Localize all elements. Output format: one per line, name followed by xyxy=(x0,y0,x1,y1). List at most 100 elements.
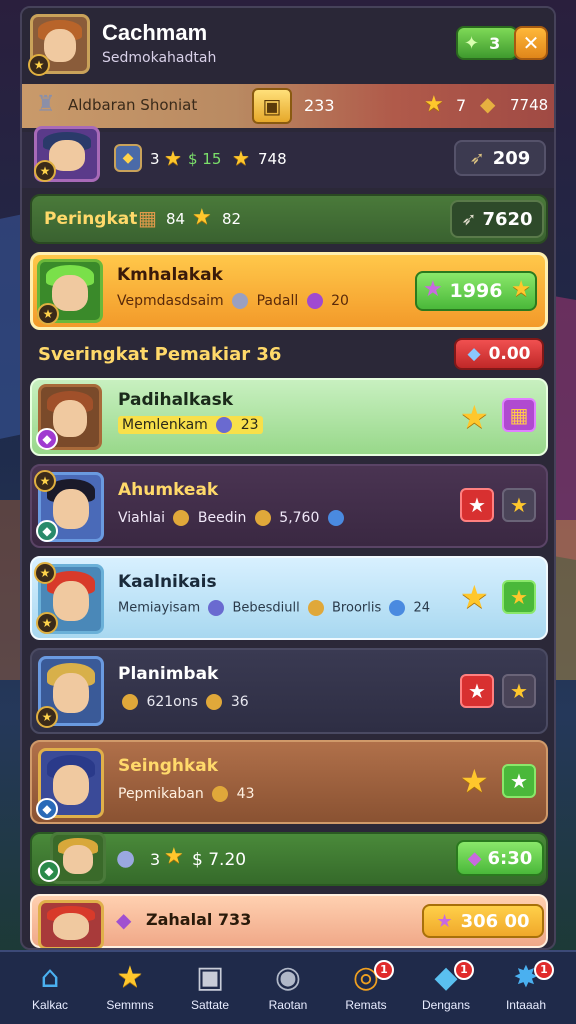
gem-badge-icon: ◆ xyxy=(38,860,60,882)
info-count: 233 xyxy=(304,96,335,115)
currency-value: 3 xyxy=(489,33,501,53)
coin-icon xyxy=(232,293,249,309)
player-desc: Viahlai xyxy=(118,510,165,526)
player-stat: Padall xyxy=(256,293,299,309)
coin-icon xyxy=(173,510,190,526)
player-desc: Pepmikaban xyxy=(118,786,204,802)
close-button[interactable]: ✕ xyxy=(514,26,548,60)
star-button[interactable]: ★ xyxy=(460,762,489,800)
player-stats: 621ons 36 xyxy=(118,694,249,710)
star-button[interactable]: ★ xyxy=(502,674,536,708)
score-value: 1996 xyxy=(449,280,503,302)
star-green-button[interactable]: ★ xyxy=(502,764,536,798)
player-stat: 20 xyxy=(331,293,349,309)
player-name: Ahumkeak xyxy=(118,480,219,500)
peringkat-stars: 82 xyxy=(222,210,242,228)
rank-star-icon: ★ xyxy=(34,562,56,584)
nav-item-sattate[interactable]: ▣ Sattate xyxy=(174,960,246,1022)
star-icon: ★ xyxy=(424,92,444,117)
coin-icon xyxy=(212,786,229,802)
player-name: Planimbak xyxy=(118,664,219,684)
score-pill[interactable]: ★ 1996 ★ xyxy=(415,271,537,311)
player-stat: 24 xyxy=(413,600,431,616)
nav-item-semmns[interactable]: ★ Semmns xyxy=(94,960,166,1022)
nav-label: Raotan xyxy=(268,998,308,1012)
player-stat: Bebesdiull xyxy=(232,600,300,616)
nav-label: Semmns xyxy=(106,998,154,1012)
building-icon: ▣ xyxy=(262,94,282,118)
square-icon: ▣ xyxy=(195,960,225,995)
player-stat: 23 xyxy=(240,417,259,433)
star-button[interactable]: ★ xyxy=(460,578,489,616)
peringkat-count: 84 xyxy=(166,210,186,228)
gem-badge-icon: ◆ xyxy=(36,798,58,820)
nav-item-remats[interactable]: ◎ Remats 1 xyxy=(330,960,402,1022)
player-stat: 36 xyxy=(230,694,249,710)
nav-item-dengans[interactable]: ◆ Dengans 1 xyxy=(410,960,482,1022)
gem-box-icon: ◆ xyxy=(114,144,142,172)
player-name: Kaalnikais xyxy=(118,572,217,592)
nav-item-raotan[interactable]: ◉ Raotan xyxy=(252,960,324,1022)
player-stat: Beedin xyxy=(197,510,247,526)
star-icon: ★ xyxy=(510,585,528,609)
player-desc: Memiayisam xyxy=(118,600,201,616)
nav-label: Intaaah xyxy=(505,998,547,1012)
reward-button[interactable]: ▦ xyxy=(502,398,536,432)
featured-player-row[interactable]: ★ Kmhalakak Vepmdasdsaim Padall 20 ★ 199… xyxy=(30,252,548,330)
list-item[interactable]: ★ Planimbak 621ons 36 ★ ★ xyxy=(30,648,548,734)
section-value: 0.00 xyxy=(488,344,531,364)
player-name: Padihalkask xyxy=(118,390,234,410)
player-name: Seinghkak xyxy=(118,756,219,776)
currency-pill[interactable]: ✦ 3 xyxy=(456,26,518,60)
player-desc: Memlenkam xyxy=(122,417,208,433)
green-row-value: 6:30 xyxy=(487,847,533,869)
rank-star-icon: ★ xyxy=(36,706,58,728)
info-resource: 7748 xyxy=(510,96,549,114)
star-icon: ★ xyxy=(510,679,528,703)
close-icon: ✕ xyxy=(522,31,540,55)
building-button[interactable]: ▣ xyxy=(252,88,292,124)
star-button[interactable]: ★ xyxy=(460,398,489,436)
star-button[interactable]: ★ xyxy=(502,488,536,522)
list-item[interactable]: ◆ ● 3 ★ $ 7.20 ◆ 6:30 xyxy=(30,832,548,886)
last-row-value: 306 00 xyxy=(460,910,530,932)
star-red-button[interactable]: ★ xyxy=(460,674,494,708)
castle-icon: ♜ xyxy=(36,92,56,117)
rank-star-icon: ★ xyxy=(34,470,56,492)
star-icon: ★ xyxy=(468,493,486,517)
coin-icon xyxy=(307,600,324,616)
coin-icon xyxy=(206,694,223,710)
player-stat: Broorlis xyxy=(332,600,382,616)
list-item[interactable]: ★ ◆ Ahumkeak Viahlai Beedin 5,760 ★ ★ xyxy=(30,464,548,548)
resource-pill[interactable]: ➶ 209 xyxy=(454,140,546,176)
star-green-button[interactable]: ★ xyxy=(502,580,536,614)
player-name: Kmhalakak xyxy=(117,265,223,285)
peringkat-bar[interactable]: Peringkat ▦ 84 ★ 82 ➶ 7620 xyxy=(30,194,548,244)
last-row-value-pill[interactable]: ★ 306 00 xyxy=(422,904,544,938)
player-stats: Pepmikaban 43 xyxy=(118,786,254,802)
star-icon: ★ xyxy=(116,960,144,995)
top-row-cash: $ 15 xyxy=(188,150,222,168)
green-row-cash: $ 7.20 xyxy=(192,850,247,870)
list-item[interactable]: ★ ★ Kaalnikais Memiayisam Bebesdiull Bro… xyxy=(30,556,548,640)
player-stat: 621ons xyxy=(146,694,198,710)
top-row[interactable]: ★ ◆ 3 ★ $ 15 ★ 748 ➶ 209 xyxy=(22,126,554,188)
nav-item-intaaah[interactable]: ✸ Intaaah 1 xyxy=(490,960,562,1022)
nav-label: Dengans xyxy=(421,998,471,1012)
rank-star-icon: ★ xyxy=(34,160,56,182)
page-title: Cachmam xyxy=(102,20,208,45)
star-red-button[interactable]: ★ xyxy=(460,488,494,522)
green-row-value-pill[interactable]: ◆ 6:30 xyxy=(456,840,544,876)
list-item[interactable]: ◆ Zahalal 733 ★ 306 00 xyxy=(30,894,548,948)
peringkat-value-pill[interactable]: ➶ 7620 xyxy=(450,200,544,238)
list-item[interactable]: ◆ Padihalkask Memlenkam 23 ★ ▦ xyxy=(30,378,548,456)
pouch-icon: ◆ xyxy=(480,92,496,116)
list-item[interactable]: ◆ Seinghkak Pepmikaban 43 ★ ★ xyxy=(30,740,548,824)
moon-icon: ● xyxy=(116,846,136,871)
coin-icon xyxy=(254,510,271,526)
section-value-pill[interactable]: ◆ 0.00 xyxy=(454,338,544,370)
home-icon: ⌂ xyxy=(40,960,60,995)
rank-star-icon: ★ xyxy=(37,303,59,325)
star-icon: ★ xyxy=(436,910,453,932)
nav-item-kalkac[interactable]: ⌂ Kalkac xyxy=(14,960,86,1022)
